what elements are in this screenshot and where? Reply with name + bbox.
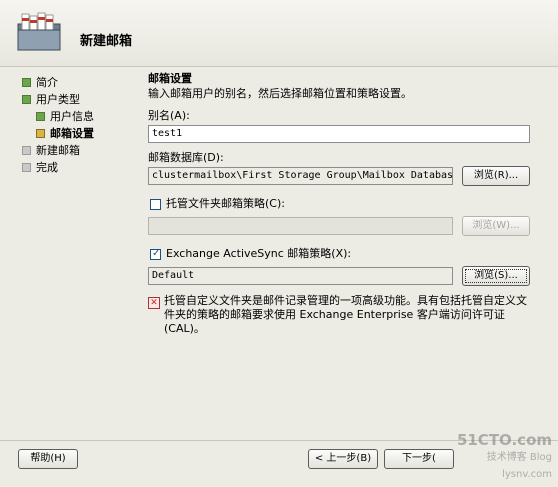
database-label: 邮箱数据库(D): [148,151,224,164]
step-finish: 完成 [22,159,140,176]
watermark-line3: lysnv.com [502,469,552,480]
step-pending-icon [22,146,31,155]
browse-managed-folder-button: 浏览(W)... [462,216,530,236]
activesync-label: Exchange ActiveSync 邮箱策略(X): [166,247,352,260]
settings-panel: 邮箱设置 输入邮箱用户的别名，然后选择邮箱位置和策略设置。 别名(A): tes… [148,72,532,335]
mailbox-icon [17,12,61,51]
database-field: clustermailbox\First Storage Group\Mailb… [148,167,453,185]
step-mailbox-settings: 邮箱设置 [22,125,140,142]
info-icon: ✕ [148,297,160,309]
activesync-checkbox[interactable]: ✓ [150,248,161,260]
section-title: 邮箱设置 [148,72,192,85]
site-watermark: 51CTO.com 技术博客 Blog lysnv.com [457,432,552,483]
managed-folder-checkbox[interactable] [150,199,161,210]
step-complete-icon [22,95,31,104]
alias-label: 别名(A): [148,109,190,122]
activesync-field: Default [148,267,453,285]
next-button[interactable]: 下一步( [384,449,454,469]
browse-database-button[interactable]: 浏览(R)... [462,166,530,186]
alias-input[interactable]: test1 [148,125,530,143]
watermark-line1: 51CTO.com [456,431,552,449]
step-user-info: 用户信息 [22,108,140,125]
managed-folder-note: 托管自定义文件夹是邮件记录管理的一项高级功能。具有包括托管自定义文件夹的策略的邮… [164,294,527,335]
help-button[interactable]: 帮助(H) [18,449,78,469]
step-complete-icon [36,112,45,121]
section-description: 输入邮箱用户的别名，然后选择邮箱位置和策略设置。 [148,87,412,100]
step-current-icon [36,129,45,138]
step-intro: 简介 [22,74,140,91]
managed-folder-field [148,217,453,235]
step-pending-icon [22,163,31,172]
managed-folder-label: 托管文件夹邮箱策略(C): [166,197,285,210]
step-user-type: 用户类型 [22,91,140,108]
step-complete-icon [22,78,31,87]
checkmark-icon: ✓ [152,248,161,259]
watermark-line2: 技术博客 Blog [486,452,552,463]
wizard-steps: 简介 用户类型 用户信息 邮箱设置 新建邮箱 完成 [22,74,140,176]
wizard-header: 新建邮箱 [0,0,558,67]
page-title: 新建邮箱 [80,34,133,49]
back-button[interactable]: < 上一步(B) [308,449,378,469]
step-new-mailbox: 新建邮箱 [22,142,140,159]
browse-activesync-button[interactable]: 浏览(S)... [462,266,530,286]
